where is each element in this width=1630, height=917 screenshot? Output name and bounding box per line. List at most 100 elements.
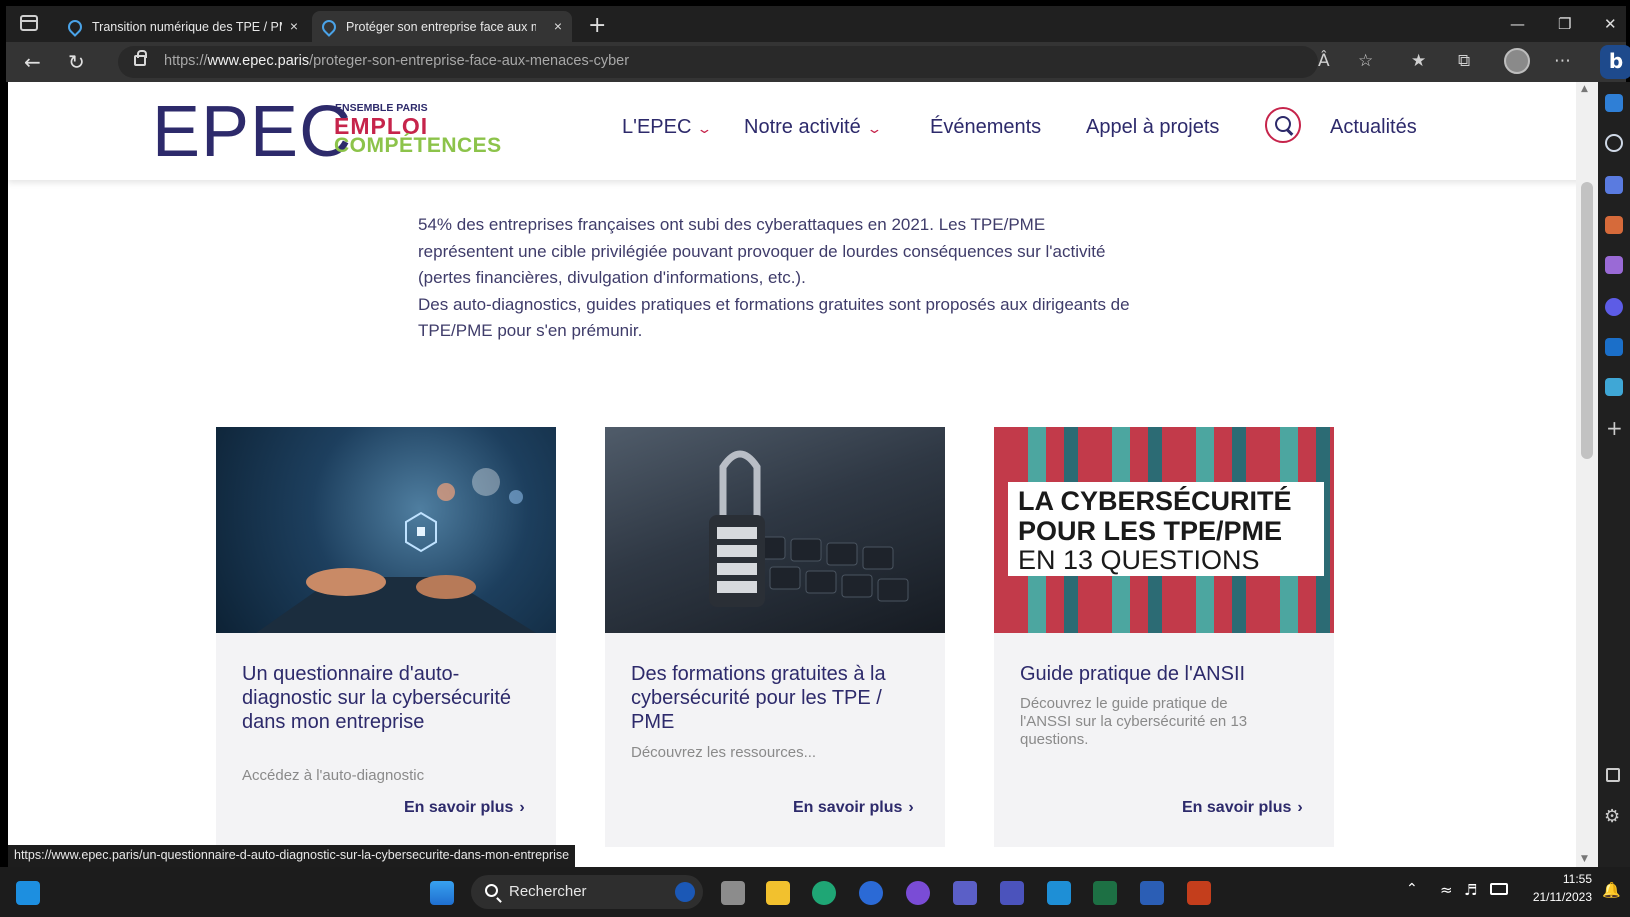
excel-icon[interactable] (1093, 881, 1117, 905)
tab-label: Transition numérique des TPE / PME (92, 19, 282, 34)
add-icon[interactable]: + (1606, 416, 1623, 440)
taskbar-search-label: Rechercher (509, 883, 587, 900)
tab-close-icon[interactable]: × (554, 18, 562, 34)
scroll-down-icon[interactable]: ▼ (1581, 854, 1588, 864)
edge-sidebar: + ⚙ (1598, 82, 1630, 867)
favorites-icon[interactable]: ★ (1411, 51, 1426, 71)
intro-text: 54% des entreprises françaises ont subi … (418, 212, 1138, 345)
app-arrow-icon[interactable] (906, 881, 930, 905)
profile-avatar[interactable] (1504, 48, 1530, 74)
card-title[interactable]: Guide pratique de l'ANSII (1020, 662, 1310, 686)
card-guide-ansii[interactable]: LA CYBERSÉCURITÉ POUR LES TPE/PME EN 13 … (994, 427, 1334, 847)
microsoft-365-icon[interactable] (1605, 298, 1623, 316)
site-header: EPEC ENSEMBLE PARIS EMPLOI COMPÉTENCES L… (8, 82, 1584, 180)
games-icon[interactable] (1605, 256, 1623, 274)
minimize-icon[interactable]: — (1510, 15, 1525, 33)
taskbar-search[interactable]: Rechercher (471, 875, 703, 909)
en-savoir-plus-link[interactable]: En savoir plus › (404, 799, 525, 817)
status-bar-url: https://www.epec.paris/un-questionnaire-… (8, 845, 576, 867)
url-text: https://www.epec.paris/proteger-son-entr… (164, 53, 630, 69)
menu-item-actualites[interactable]: Actualités (1330, 116, 1417, 139)
notifications-icon[interactable] (1605, 94, 1623, 112)
back-icon[interactable]: ← (24, 50, 41, 74)
lock-icon (134, 50, 147, 66)
scroll-thumb[interactable] (1581, 182, 1593, 459)
web-page: EPEC ENSEMBLE PARIS EMPLOI COMPÉTENCES L… (8, 82, 1584, 867)
tab-transition-numerique[interactable]: Transition numérique des TPE / PME × (58, 11, 308, 42)
card-image-guide-cover: LA CYBERSÉCURITÉ POUR LES TPE/PME EN 13 … (994, 427, 1334, 633)
en-savoir-plus-link[interactable]: En savoir plus › (793, 799, 914, 817)
guide-cover-text: LA CYBERSÉCURITÉ POUR LES TPE/PME EN 13 … (1008, 482, 1324, 576)
search-icon[interactable] (1265, 107, 1301, 143)
en-savoir-plus-link[interactable]: En savoir plus › (1182, 799, 1303, 817)
chevron-down-icon: ⌄ (696, 121, 714, 136)
widgets-icon[interactable] (16, 881, 40, 905)
scroll-up-icon[interactable]: ▲ (1581, 84, 1588, 94)
card-title[interactable]: Un questionnaire d'auto-diagnostic sur l… (242, 662, 532, 734)
sidebar-toggle-icon[interactable] (1606, 768, 1620, 782)
site-favicon-icon (319, 16, 339, 37)
card-title[interactable]: Des formations gratuites à la cybersécur… (631, 662, 921, 734)
outlook-icon[interactable] (1605, 338, 1623, 356)
edge-browser-icon[interactable] (812, 881, 836, 905)
new-tab-button[interactable]: + (588, 13, 606, 38)
volume-icon[interactable]: ♬ (1464, 881, 1477, 899)
shopping-icon[interactable] (1605, 176, 1623, 194)
teams-icon[interactable] (953, 881, 977, 905)
tools-icon[interactable] (1605, 216, 1623, 234)
card-description: Découvrez le guide pratique de l'ANSSI s… (1020, 695, 1248, 748)
chevron-right-icon: › (908, 799, 914, 816)
more-options-icon[interactable]: ⋯ (1554, 51, 1571, 71)
clock-date[interactable]: 21/11/2023 (1520, 890, 1592, 904)
url-field[interactable]: https://www.epec.paris/proteger-son-entr… (118, 46, 1318, 78)
tab-label: Protéger son entreprise face aux menaces… (346, 19, 536, 34)
intro-paragraph-1: 54% des entreprises françaises ont subi … (418, 215, 1106, 287)
chevron-down-icon: ⌄ (865, 121, 883, 136)
battery-icon[interactable] (1490, 883, 1508, 895)
tray-chevron-icon[interactable]: ⌃ (1406, 881, 1418, 897)
taskbar: Rechercher ⌃ ≈ ♬ 11:55 21/11/2023 🔔 (0, 867, 1630, 917)
tab-actions-icon[interactable] (20, 15, 38, 31)
app-c-icon[interactable] (859, 881, 883, 905)
remote-desktop-icon[interactable] (1047, 881, 1071, 905)
collections-icon[interactable]: ⧉ (1458, 51, 1470, 71)
bing-copilot-icon[interactable]: b (1600, 45, 1630, 79)
page-scrollbar[interactable]: ▲ ▼ (1576, 82, 1598, 867)
site-favicon-icon (65, 16, 85, 37)
search-icon (485, 884, 498, 897)
powerpoint-icon[interactable] (1187, 881, 1211, 905)
wifi-icon[interactable]: ≈ (1440, 881, 1453, 899)
menu-item-activite[interactable]: Notre activité ⌄ (744, 116, 883, 139)
task-view-icon[interactable] (721, 881, 745, 905)
menu-item-appel[interactable]: Appel à projets (1086, 116, 1219, 139)
chevron-right-icon: › (1297, 799, 1303, 816)
settings-gear-icon[interactable]: ⚙ (1604, 806, 1620, 827)
add-favorite-icon[interactable]: ☆ (1358, 51, 1373, 71)
chevron-right-icon: › (519, 799, 525, 816)
card-image-padlock-keyboard (605, 427, 945, 633)
search-sidebar-icon[interactable] (1605, 134, 1623, 152)
tab-close-icon[interactable]: × (290, 18, 298, 34)
logo-letters: EPEC (152, 92, 353, 172)
card-formations[interactable]: Des formations gratuites à la cybersécur… (605, 427, 945, 847)
window-close-icon[interactable]: ✕ (1604, 15, 1617, 33)
teams-new-icon[interactable] (1000, 881, 1024, 905)
card-auto-diagnostic[interactable]: Un questionnaire d'auto-diagnostic sur l… (216, 427, 556, 847)
clock-time[interactable]: 11:55 (1520, 872, 1592, 886)
send-icon[interactable] (1605, 378, 1623, 396)
intro-paragraph-2: Des auto-diagnostics, guides pratiques e… (418, 294, 1130, 341)
menu-item-evenements[interactable]: Événements (930, 116, 1041, 139)
bing-search-icon (675, 882, 695, 902)
notification-bell-icon[interactable]: 🔔 (1602, 881, 1621, 899)
word-icon[interactable] (1140, 881, 1164, 905)
file-explorer-icon[interactable] (766, 881, 790, 905)
restore-icon[interactable]: ❐ (1558, 15, 1571, 33)
logo-line3: COMPÉTENCES (334, 134, 502, 157)
refresh-icon[interactable]: ↻ (68, 50, 85, 74)
card-description: Découvrez les ressources... (631, 744, 817, 761)
card-description: Accédez à l'auto-diagnostic (242, 767, 425, 784)
menu-item-epec[interactable]: L'EPEC ⌄ (622, 116, 714, 139)
read-aloud-icon[interactable]: Â (1318, 51, 1330, 71)
tab-proteger-entreprise[interactable]: Protéger son entreprise face aux menaces… (312, 11, 572, 42)
start-icon[interactable] (430, 881, 454, 905)
